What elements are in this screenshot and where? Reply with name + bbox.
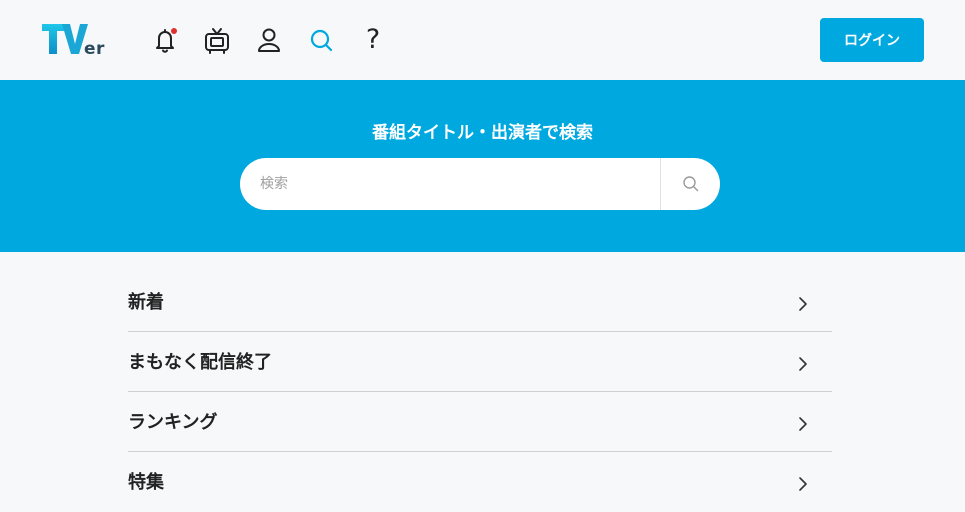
search-submit-button[interactable] xyxy=(661,158,720,210)
search-box xyxy=(240,158,720,210)
help-icon[interactable]: ? xyxy=(358,24,388,56)
category-menu: 新着 まもなく配信終了 ランキング 特集 xyxy=(128,272,832,512)
menu-item-label: 特集 xyxy=(128,472,164,493)
notification-badge xyxy=(171,28,177,34)
menu-item-label: ランキング xyxy=(128,412,218,433)
tver-logo[interactable]: e r xyxy=(40,20,112,60)
chevron-right-icon xyxy=(799,477,807,491)
search-banner-title: 番組タイトル・出演者で検索 xyxy=(372,123,593,143)
magnifier-icon xyxy=(682,176,698,192)
menu-item-features[interactable]: 特集 xyxy=(128,452,832,512)
menu-item-ranking[interactable]: ランキング xyxy=(128,392,832,452)
menu-item-ending-soon[interactable]: まもなく配信終了 xyxy=(128,332,832,392)
search-icon[interactable] xyxy=(306,24,336,56)
login-button[interactable]: ログイン xyxy=(820,18,924,62)
chevron-right-icon xyxy=(799,357,807,371)
search-input[interactable] xyxy=(240,158,660,210)
svg-text:e: e xyxy=(84,39,96,59)
menu-item-new[interactable]: 新着 xyxy=(128,272,832,332)
chevron-right-icon xyxy=(799,417,807,431)
notification-bell-icon[interactable] xyxy=(150,24,180,56)
search-banner: 番組タイトル・出演者で検索 xyxy=(0,80,965,252)
header: e r ? ログイン xyxy=(0,0,965,80)
svg-text:r: r xyxy=(96,39,105,59)
chevron-right-icon xyxy=(799,297,807,311)
menu-item-label: 新着 xyxy=(128,292,164,313)
tv-icon[interactable] xyxy=(202,24,232,56)
menu-item-label: まもなく配信終了 xyxy=(128,352,272,373)
user-icon[interactable] xyxy=(254,24,284,56)
